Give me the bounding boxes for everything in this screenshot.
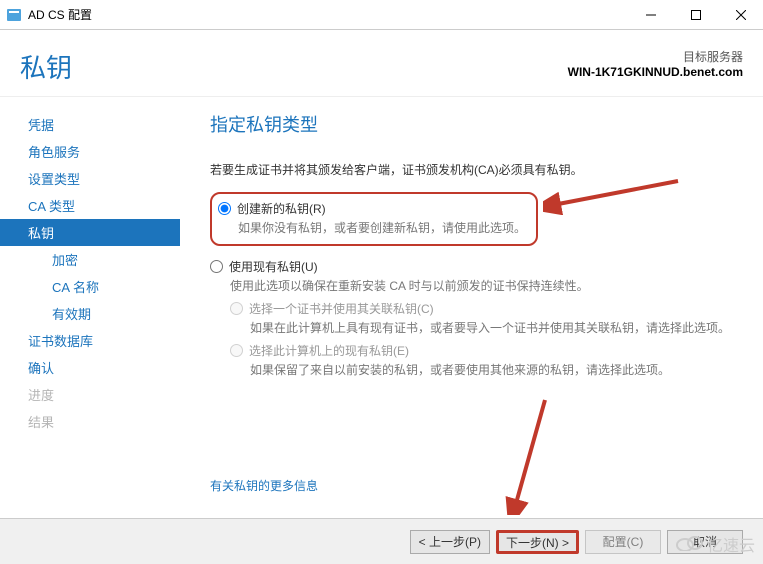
radio-use-existing[interactable] xyxy=(210,260,223,273)
radio-select-key-desc: 如果保留了来自以前安装的私钥，或者要使用其他来源的私钥，请选择此选项。 xyxy=(250,361,743,378)
minimize-button[interactable] xyxy=(628,0,673,30)
titlebar: AD CS 配置 xyxy=(0,0,763,30)
content-area: 指定私钥类型 若要生成证书并将其颁发给客户端，证书颁发机构(CA)必须具有私钥。… xyxy=(180,97,763,506)
sidebar-item-confirmation[interactable]: 确认 xyxy=(0,354,180,381)
option-create-new-highlight: 创建新的私钥(R) 如果你没有私钥，或者要创建新私钥，请使用此选项。 xyxy=(210,192,538,246)
content-heading: 指定私钥类型 xyxy=(210,111,743,137)
option-use-existing[interactable]: 使用现有私钥(U) 使用此选项以确保在重新安装 CA 时与以前颁发的证书保持连续… xyxy=(210,258,743,378)
window-title: AD CS 配置 xyxy=(28,6,628,23)
cloud-icon xyxy=(675,533,703,556)
sidebar-item-cryptography[interactable]: 加密 xyxy=(0,246,180,273)
sidebar-item-progress: 进度 xyxy=(0,381,180,408)
radio-select-key-label: 选择此计算机上的现有私钥(E) xyxy=(249,342,409,359)
radio-use-existing-desc: 使用此选项以确保在重新安装 CA 时与以前颁发的证书保持连续性。 xyxy=(230,277,743,294)
configure-button: 配置(C) xyxy=(585,530,661,554)
watermark: 亿速云 xyxy=(675,532,755,556)
sidebar-item-private-key[interactable]: 私钥 xyxy=(0,219,180,246)
sidebar-item-cert-database[interactable]: 证书数据库 xyxy=(0,327,180,354)
sidebar-item-results: 结果 xyxy=(0,408,180,435)
option-create-new[interactable]: 创建新的私钥(R) xyxy=(218,200,526,217)
radio-select-cert-label: 选择一个证书并使用其关联私钥(C) xyxy=(249,300,434,317)
radio-select-key xyxy=(230,344,243,357)
sub-option-select-key: 选择此计算机上的现有私钥(E) 如果保留了来自以前安装的私钥，或者要使用其他来源… xyxy=(230,342,743,378)
header-area: 私钥 目标服务器 WIN-1K71GKINNUD.benet.com xyxy=(0,30,763,96)
intro-text: 若要生成证书并将其颁发给客户端，证书颁发机构(CA)必须具有私钥。 xyxy=(210,161,743,178)
next-button[interactable]: 下一步(N) > xyxy=(496,530,579,554)
sidebar: 凭据 角色服务 设置类型 CA 类型 私钥 加密 CA 名称 有效期 证书数据库… xyxy=(0,97,180,506)
body-area: 凭据 角色服务 设置类型 CA 类型 私钥 加密 CA 名称 有效期 证书数据库… xyxy=(0,96,763,506)
window-controls xyxy=(628,0,763,30)
radio-create-new[interactable] xyxy=(218,202,231,215)
radio-create-new-desc: 如果你没有私钥，或者要创建新私钥，请使用此选项。 xyxy=(238,219,526,236)
sidebar-item-ca-name[interactable]: CA 名称 xyxy=(0,273,180,300)
sidebar-item-ca-type[interactable]: CA 类型 xyxy=(0,192,180,219)
close-button[interactable] xyxy=(718,0,763,30)
more-info-link[interactable]: 有关私钥的更多信息 xyxy=(210,477,318,494)
sidebar-item-setup-type[interactable]: 设置类型 xyxy=(0,165,180,192)
radio-select-cert-desc: 如果在此计算机上具有现有证书，或者要导入一个证书并使用其关联私钥，请选择此选项。 xyxy=(250,319,743,336)
sidebar-item-role-services[interactable]: 角色服务 xyxy=(0,138,180,165)
radio-create-new-label: 创建新的私钥(R) xyxy=(237,200,326,217)
target-server-label: 目标服务器 xyxy=(568,48,743,65)
radio-select-cert xyxy=(230,302,243,315)
radio-use-existing-label: 使用现有私钥(U) xyxy=(229,258,318,275)
watermark-text: 亿速云 xyxy=(707,532,755,556)
sub-option-select-cert: 选择一个证书并使用其关联私钥(C) 如果在此计算机上具有现有证书，或者要导入一个… xyxy=(230,300,743,336)
previous-button[interactable]: < 上一步(P) xyxy=(410,530,490,554)
target-server-host: WIN-1K71GKINNUD.benet.com xyxy=(568,65,743,79)
sidebar-item-validity-period[interactable]: 有效期 xyxy=(0,300,180,327)
footer: < 上一步(P) 下一步(N) > 配置(C) 取消 xyxy=(0,518,763,564)
app-icon xyxy=(6,7,22,23)
maximize-button[interactable] xyxy=(673,0,718,30)
sidebar-item-credentials[interactable]: 凭据 xyxy=(0,111,180,138)
target-server-block: 目标服务器 WIN-1K71GKINNUD.benet.com xyxy=(568,48,743,79)
